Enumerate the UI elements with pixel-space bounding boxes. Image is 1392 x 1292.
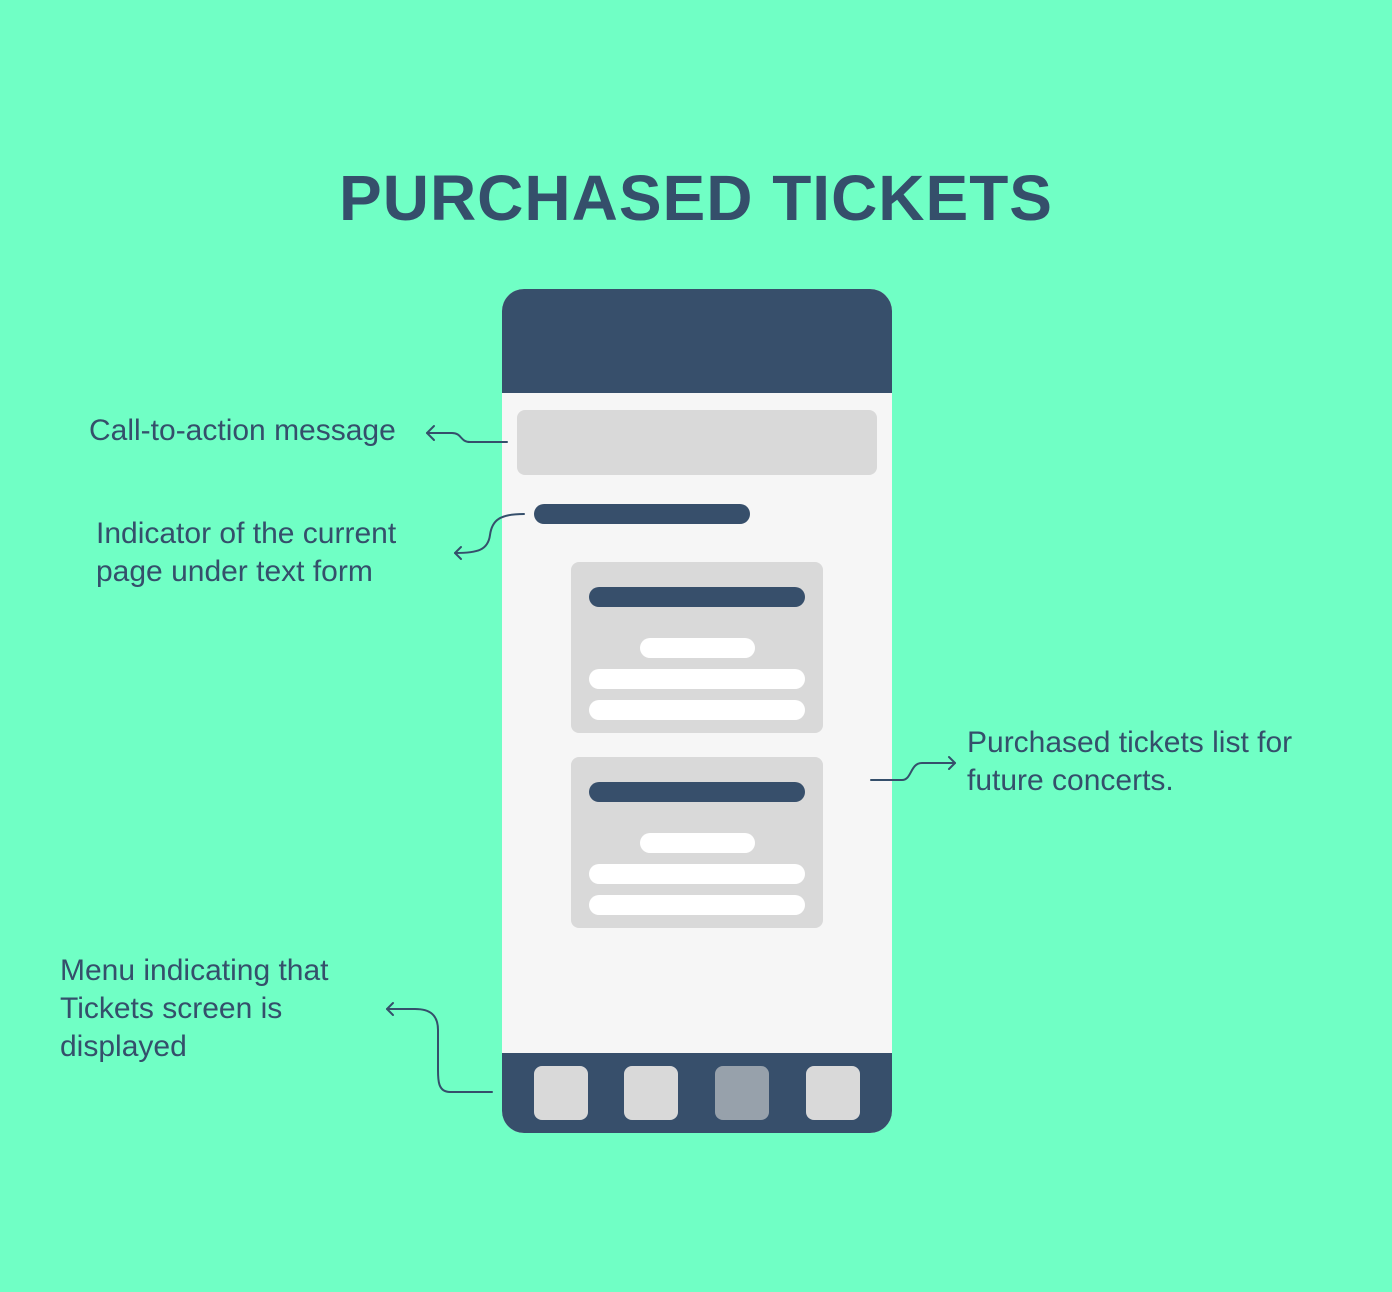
app-header [502,289,892,393]
annotation-menu: Menu indicating that Tickets screen is d… [60,952,329,1066]
annotation-text: displayed [60,1030,187,1063]
call-to-action-message[interactable] [517,410,877,475]
ticket-subtitle-placeholder [640,638,755,658]
annotation-text: Purchased tickets list for [967,726,1293,759]
arrowhead-menu [386,1002,394,1016]
annotation-text: Menu indicating that [60,954,329,987]
ticket-card[interactable] [571,757,823,928]
annotation-tickets-list: Purchased tickets list for future concer… [967,724,1292,800]
menu-item-4[interactable] [806,1066,860,1120]
arrowhead-cta [426,425,435,441]
annotation-cta: Call-to-action message [89,412,396,450]
page-title: PURCHASED TICKETS [339,162,1053,234]
menu-item-2[interactable] [624,1066,678,1120]
ticket-detail-placeholder [589,669,805,689]
menu-item-tickets-active[interactable] [715,1066,769,1120]
ticket-card[interactable] [571,562,823,733]
annotation-page-indicator: Indicator of the current page under text… [96,515,396,591]
bottom-menu [502,1053,892,1133]
arrow-cta [426,432,508,443]
ticket-detail-placeholder [589,895,805,915]
ticket-title-placeholder [589,782,805,802]
menu-item-1[interactable] [534,1066,588,1120]
annotation-text: Call-to-action message [89,414,396,447]
annotation-text: Indicator of the current [96,517,397,550]
annotation-text: future concerts. [967,764,1174,797]
ticket-detail-placeholder [589,700,805,720]
annotation-text: page under text form [96,555,373,588]
ticket-title-placeholder [589,587,805,607]
arrowhead-tickets-list [948,756,956,770]
arrowhead-page-indicator [454,546,462,560]
phone-mockup [502,289,892,1133]
arrow-menu [386,1008,493,1093]
annotation-text: Tickets screen is [60,992,283,1025]
current-page-indicator [534,504,750,524]
ticket-subtitle-placeholder [640,833,755,853]
ticket-detail-placeholder [589,864,805,884]
